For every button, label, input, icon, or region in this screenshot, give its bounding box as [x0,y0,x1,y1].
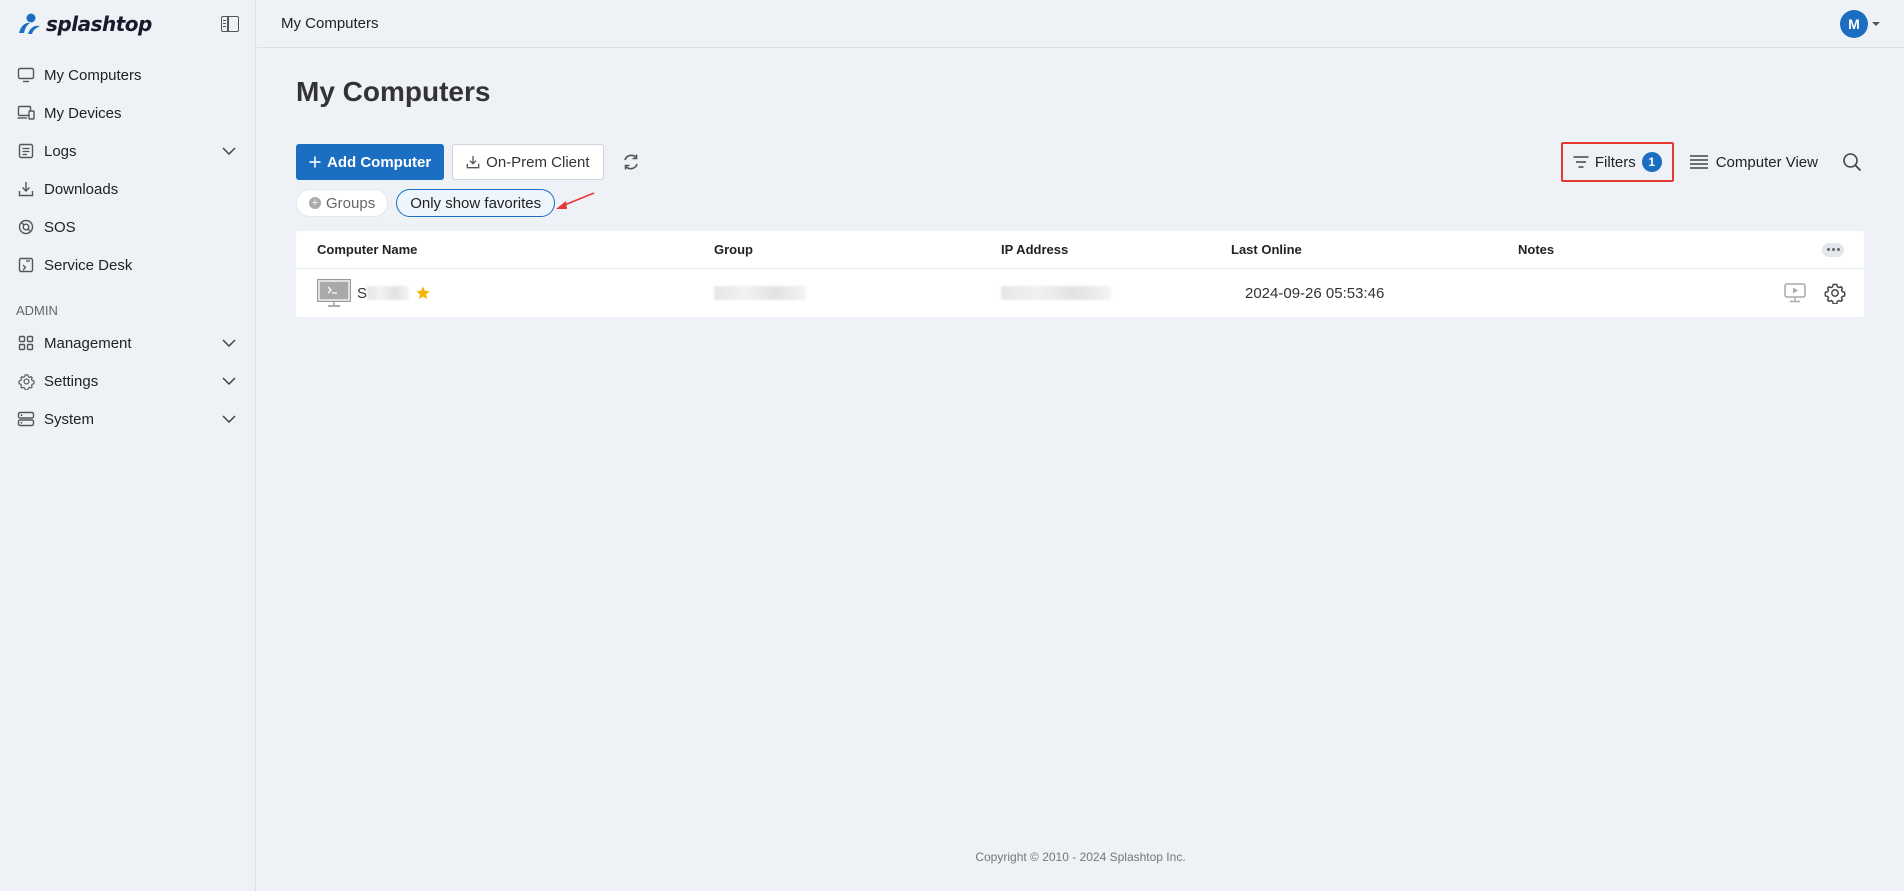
sidebar-item-label: System [44,410,95,428]
add-computer-button[interactable]: Add Computer [296,144,445,180]
chevron-down-icon[interactable] [219,141,239,161]
column-header-ip-address[interactable]: IP Address [1001,242,1068,257]
plus-icon [309,156,321,168]
star-icon[interactable] [415,285,431,301]
splashtop-logo-icon [19,13,40,34]
page-title: My Computers [296,76,491,107]
list-view-icon [1689,155,1708,169]
sidebar-item-label: My Devices [44,104,122,122]
computer-name[interactable]: S [357,285,367,302]
sidebar-item-my-devices[interactable]: My Devices [0,94,255,132]
ip-address-cell [1001,286,1111,300]
favorites-filter-chip[interactable]: Only show favorites [396,189,556,217]
logo-text: splashtop [46,12,152,36]
groups-chip[interactable]: + Groups [296,189,389,217]
toolbar: Add Computer On-Prem Client Filters 1 Co… [296,142,1864,182]
add-computer-label: Add Computer [327,153,432,171]
column-header-computer-name[interactable]: Computer Name [317,242,417,257]
splashtop-logo[interactable]: splashtop [16,12,152,36]
column-header-group[interactable]: Group [714,242,753,257]
logs-icon [16,141,36,161]
devices-icon [16,103,36,123]
table-header: Computer Name Group IP Address Last Onli… [296,231,1864,269]
annotation-arrow-icon [556,192,595,209]
server-icon [16,409,36,429]
groups-chip-label: Groups [326,194,376,212]
sidebar-item-label: Downloads [44,180,119,198]
sidebar-item-label: My Computers [44,66,142,84]
last-online-cell: 2024-09-26 05:53:46 [1245,284,1385,302]
favorites-chip-label: Only show favorites [410,194,542,212]
sidebar-item-label: Management [44,334,132,352]
admin-section-label: ADMIN [16,303,58,318]
sidebar-item-service-desk[interactable]: Service Desk [0,246,255,284]
computer-name-cell: S [317,279,431,307]
more-options-icon[interactable] [1822,242,1844,257]
caret-down-icon [1872,21,1880,26]
search-icon[interactable] [1840,150,1864,174]
sidebar-item-logs[interactable]: Logs [0,132,255,170]
monitor-icon [16,65,36,85]
chevron-down-icon[interactable] [219,371,239,391]
sidebar-item-downloads[interactable]: Downloads [0,170,255,208]
computer-view-button[interactable]: Computer View [1689,153,1818,171]
computer-view-label: Computer View [1715,153,1818,171]
filter-chips: + Groups Only show favorites [296,189,1864,217]
download-icon [466,155,480,169]
download-icon [16,179,36,199]
filter-icon [1573,156,1589,168]
gear-icon [16,371,36,391]
sidebar-item-label: Service Desk [44,256,133,274]
footer-copyright: Copyright © 2010 - 2024 Splashtop Inc. [975,850,1186,864]
computers-table: Computer Name Group IP Address Last Onli… [296,231,1864,317]
refresh-icon[interactable] [616,147,646,177]
filters-count-badge: 1 [1641,152,1662,172]
sidebar-item-label: SOS [44,218,76,236]
logo-row: splashtop [0,0,255,48]
sos-icon [16,217,36,237]
on-prem-client-button[interactable]: On-Prem Client [452,144,604,180]
grid-icon [16,333,36,353]
filters-button[interactable]: Filters 1 [1560,142,1674,182]
filters-label: Filters [1594,153,1636,171]
sidebar-item-settings[interactable]: Settings [0,362,255,400]
group-cell [714,286,806,300]
main-content: My Computers Add Computer On-Prem Client… [296,48,1864,317]
service-desk-icon [16,255,36,275]
user-menu[interactable]: M [1840,9,1880,38]
row-actions [1784,282,1846,304]
collapse-sidebar-icon[interactable] [221,16,239,32]
gear-icon[interactable] [1824,282,1846,304]
top-bar: My Computers M [257,0,1904,48]
chevron-down-icon[interactable] [219,409,239,429]
sidebar-item-label: Logs [44,142,77,160]
add-circle-icon: + [309,197,321,209]
redacted-text [367,286,410,300]
sidebar-item-my-computers[interactable]: My Computers [0,56,255,94]
computer-icon [317,279,351,307]
chevron-down-icon[interactable] [219,333,239,353]
column-header-last-online[interactable]: Last Online [1231,242,1302,257]
breadcrumb: My Computers [281,15,379,32]
sidebar-nav: My Computers My Devices Logs Downloads S… [0,48,255,438]
sidebar-item-label: Settings [44,372,99,390]
remote-connect-icon[interactable] [1784,283,1806,303]
sidebar-item-management[interactable]: Management [0,324,255,362]
avatar[interactable]: M [1840,9,1868,38]
on-prem-client-label: On-Prem Client [486,153,590,171]
column-header-notes[interactable]: Notes [1518,242,1554,257]
sidebar-item-system[interactable]: System [0,400,255,438]
sidebar-item-sos[interactable]: SOS [0,208,255,246]
sidebar: splashtop My Computers My Devices Logs D… [0,0,256,891]
table-row[interactable]: S 2024-09-26 05:53:46 [296,269,1864,317]
